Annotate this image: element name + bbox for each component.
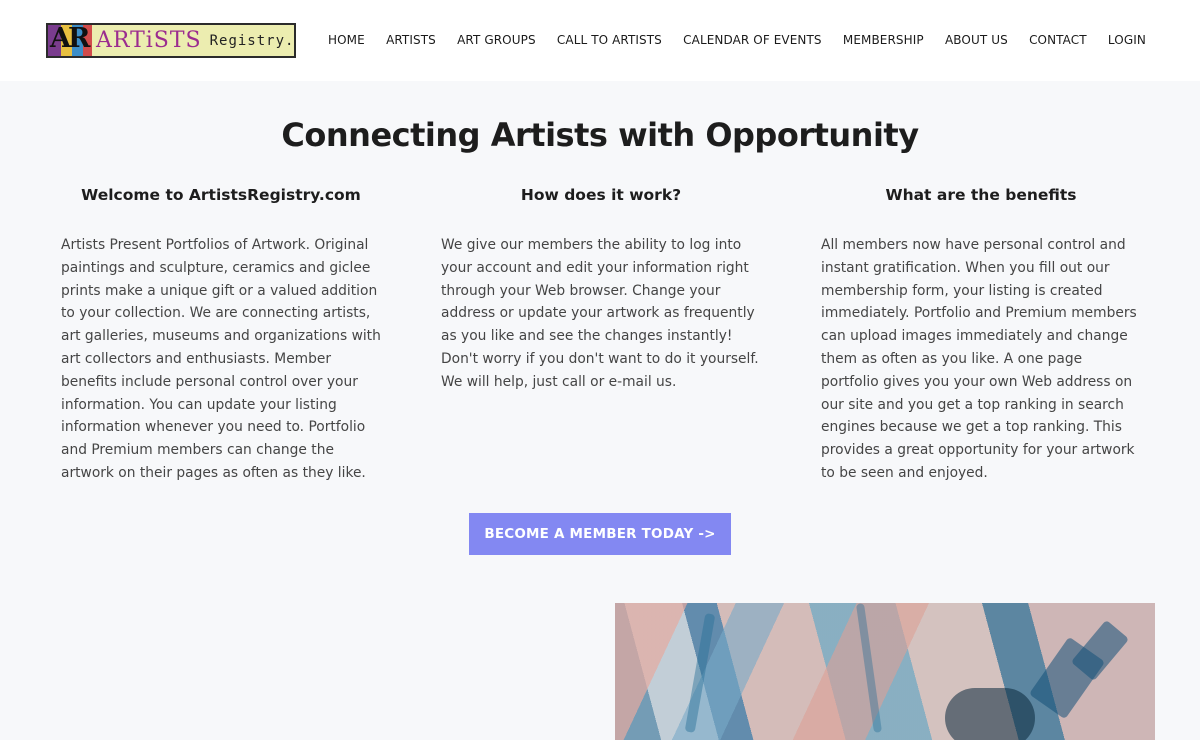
site-header: AR ARTiSTS Registry.com HOME ARTISTS ART… [0, 0, 1200, 81]
benefits-text: All members now have personal control an… [821, 237, 1137, 481]
page-title: Connecting Artists with Opportunity [281, 116, 919, 154]
nav-calendar-of-events[interactable]: CALENDAR OF EVENTS [683, 33, 821, 47]
nav-home[interactable]: HOME [328, 33, 365, 47]
how-it-works-heading: How does it work? [520, 186, 682, 204]
featured-artwork-image [615, 603, 1155, 740]
become-member-button[interactable]: BECOME A MEMBER TODAY -> [469, 513, 731, 555]
welcome-heading: Welcome to ArtistsRegistry.com [81, 186, 361, 204]
nav-about-us[interactable]: ABOUT US [945, 33, 1008, 47]
nav-call-to-artists[interactable]: CALL TO ARTISTS [557, 33, 662, 47]
benefits-heading: What are the benefits [885, 186, 1077, 204]
welcome-text: Artists Present Portfolios of Artwork. O… [61, 237, 381, 481]
nav-login[interactable]: LOGIN [1108, 33, 1146, 47]
nav-membership[interactable]: MEMBERSHIP [843, 33, 924, 47]
welcome-column: Welcome to ArtistsRegistry.com Artists P… [61, 186, 381, 485]
logo-artists-text: ARTiSTS [96, 28, 202, 53]
how-it-works-text: We give our members the ability to log i… [441, 237, 759, 390]
main-nav: HOME ARTISTS ART GROUPS CALL TO ARTISTS … [328, 33, 1146, 47]
nav-art-groups[interactable]: ART GROUPS [457, 33, 536, 47]
site-logo[interactable]: AR ARTiSTS Registry.com [46, 23, 296, 58]
benefits-column: What are the benefits All members now ha… [821, 186, 1141, 485]
how-it-works-column: How does it work? We give our members th… [441, 186, 761, 394]
nav-artists[interactable]: ARTISTS [386, 33, 436, 47]
logo-registry-text: Registry.com [209, 32, 295, 49]
nav-contact[interactable]: CONTACT [1029, 33, 1087, 47]
logo-mark-icon: AR [48, 25, 92, 56]
